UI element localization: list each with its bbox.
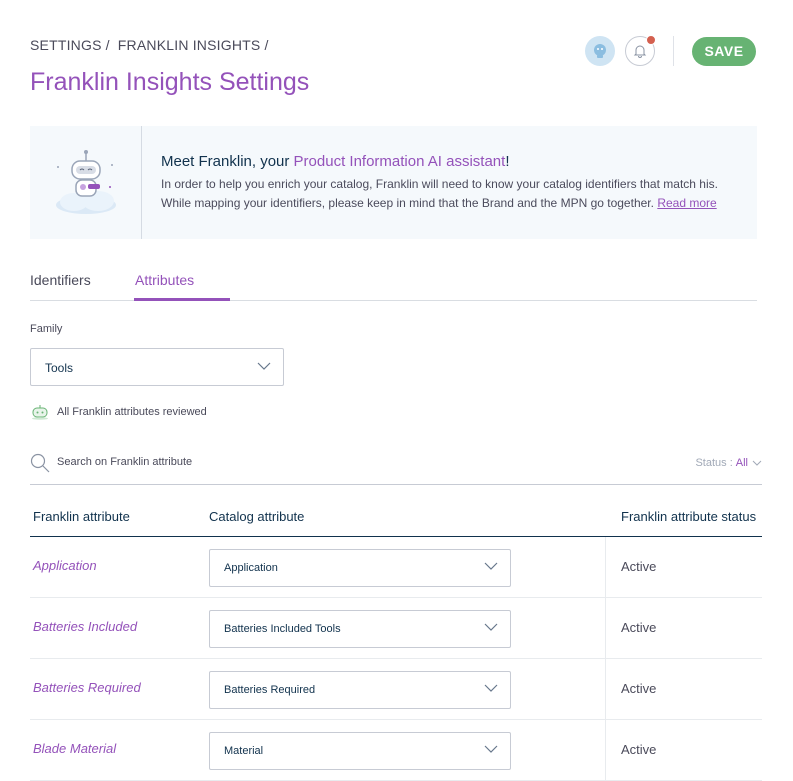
table-header: Franklin attribute Catalog attribute Fra… bbox=[30, 500, 762, 537]
franklin-attribute-name: Blade Material bbox=[33, 741, 117, 756]
helper-description: In order to help you enrich your catalog… bbox=[161, 177, 718, 191]
helper-text: Meet Franklin, your Product Information … bbox=[142, 126, 718, 239]
table-row: Blade Material Material Active bbox=[30, 720, 762, 781]
reviewed-text: All Franklin attributes reviewed bbox=[57, 406, 207, 418]
status-filter[interactable]: Status : All bbox=[695, 457, 762, 469]
status-filter-label: Status : bbox=[695, 457, 733, 469]
table-row: Batteries Included Batteries Included To… bbox=[30, 598, 762, 659]
column-header-status: Franklin attribute status bbox=[621, 509, 757, 524]
notifications-button[interactable] bbox=[625, 35, 656, 66]
catalog-attribute-select[interactable]: Material bbox=[209, 732, 511, 770]
tabs: Identifiers Attributes bbox=[30, 270, 757, 301]
catalog-attribute-value: Batteries Required bbox=[224, 684, 316, 696]
header-divider bbox=[673, 36, 674, 66]
avatar[interactable] bbox=[585, 36, 615, 66]
column-divider bbox=[605, 720, 606, 780]
chevron-down-icon bbox=[257, 362, 271, 370]
catalog-attribute-value: Application bbox=[224, 562, 278, 574]
column-divider bbox=[605, 659, 606, 719]
franklin-attribute-name: Application bbox=[33, 558, 97, 573]
search-bar: Status : All bbox=[30, 451, 762, 485]
breadcrumb: SETTINGS / FRANKLIN INSIGHTS / bbox=[30, 37, 273, 53]
column-divider bbox=[605, 598, 606, 658]
catalog-attribute-select[interactable]: Application bbox=[209, 549, 511, 587]
attributes-table: Franklin attribute Catalog attribute Fra… bbox=[30, 500, 762, 781]
attribute-status: Active bbox=[621, 559, 657, 574]
chevron-down-icon bbox=[484, 562, 498, 570]
column-divider bbox=[605, 537, 606, 597]
attribute-status: Active bbox=[621, 620, 657, 635]
page-title: Franklin Insights Settings bbox=[30, 68, 310, 96]
breadcrumb-franklin-insights[interactable]: FRANKLIN INSIGHTS bbox=[118, 37, 261, 53]
catalog-attribute-select[interactable]: Batteries Included Tools bbox=[209, 610, 511, 648]
header-actions: SAVE bbox=[585, 35, 756, 66]
attribute-status: Active bbox=[621, 742, 657, 757]
chevron-down-icon bbox=[484, 684, 498, 692]
breadcrumb-settings[interactable]: SETTINGS bbox=[30, 37, 102, 53]
breadcrumb-separator: / bbox=[264, 37, 269, 53]
franklin-helper: Meet Franklin, your Product Information … bbox=[30, 126, 757, 239]
reviewed-status: All Franklin attributes reviewed bbox=[30, 404, 207, 420]
catalog-attribute-value: Batteries Included Tools bbox=[224, 623, 341, 635]
search-icon bbox=[30, 453, 50, 473]
active-tab-indicator bbox=[134, 298, 230, 301]
table-row: Batteries Required Batteries Required Ac… bbox=[30, 659, 762, 720]
family-select[interactable]: Tools bbox=[30, 348, 284, 386]
chevron-down-icon bbox=[752, 460, 762, 466]
column-header-franklin-attribute: Franklin attribute bbox=[33, 509, 130, 524]
family-select-value: Tools bbox=[45, 361, 74, 375]
search-input[interactable] bbox=[57, 456, 357, 468]
attribute-status: Active bbox=[621, 681, 657, 696]
save-button[interactable]: SAVE bbox=[692, 36, 756, 66]
column-header-catalog-attribute: Catalog attribute bbox=[209, 509, 305, 524]
family-label: Family bbox=[30, 323, 63, 335]
bell-icon bbox=[633, 45, 647, 58]
franklin-attribute-name: Batteries Required bbox=[33, 680, 141, 695]
user-avatar-icon bbox=[594, 44, 606, 58]
table-row: Application Application Active bbox=[30, 537, 762, 598]
tab-identifiers[interactable]: Identifiers bbox=[30, 272, 91, 288]
helper-title: Meet Franklin, your Product Information … bbox=[161, 153, 510, 170]
chevron-down-icon bbox=[484, 745, 498, 753]
breadcrumb-separator: / bbox=[105, 37, 110, 53]
chevron-down-icon bbox=[484, 623, 498, 631]
notification-badge bbox=[646, 35, 656, 45]
read-more-link[interactable]: Read more bbox=[657, 196, 716, 210]
helper-description-2: While mapping your identifiers, please k… bbox=[161, 196, 717, 210]
catalog-attribute-value: Material bbox=[224, 745, 264, 757]
catalog-attribute-select[interactable]: Batteries Required bbox=[209, 671, 511, 709]
status-filter-value: All bbox=[735, 457, 748, 469]
robot-icon bbox=[55, 149, 116, 214]
tab-attributes[interactable]: Attributes bbox=[135, 272, 194, 288]
franklin-robot-illustration bbox=[30, 126, 142, 239]
franklin-attribute-name: Batteries Included bbox=[33, 619, 138, 634]
franklin-robot-icon bbox=[32, 405, 48, 420]
